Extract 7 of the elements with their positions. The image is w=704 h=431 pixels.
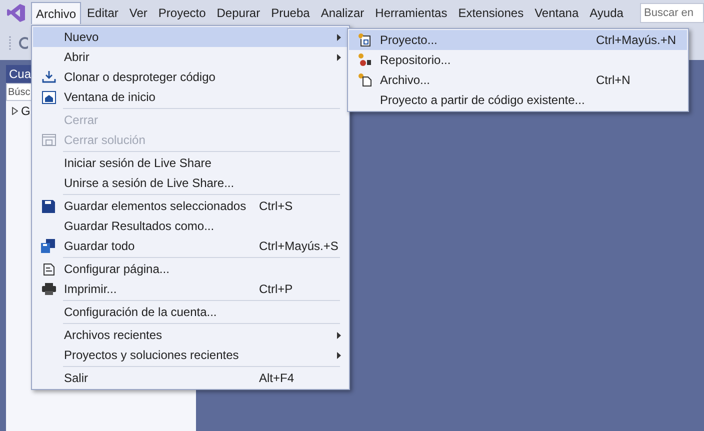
shortcut-text: Ctrl+P bbox=[259, 282, 293, 296]
shortcut-text: Ctrl+Mayús.+S bbox=[259, 239, 338, 253]
shortcut-text: Ctrl+N bbox=[596, 73, 630, 87]
shortcut-text: Alt+F4 bbox=[259, 371, 294, 385]
shortcut-text: Ctrl+S bbox=[259, 199, 293, 213]
tree-label: G bbox=[21, 103, 30, 120]
shortcut-text: Ctrl+Mayús.+N bbox=[596, 33, 676, 47]
